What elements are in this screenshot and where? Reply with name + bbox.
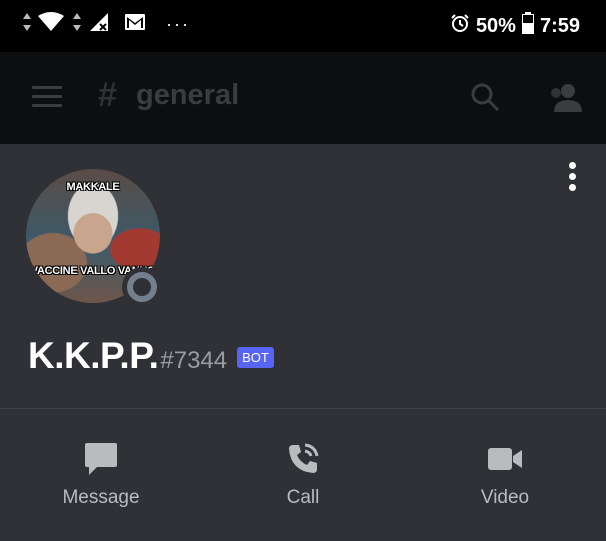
hamburger-menu-icon[interactable] xyxy=(32,86,62,108)
search-icon[interactable] xyxy=(470,82,500,117)
username: K.K.P.P. xyxy=(28,335,159,376)
user-identity: K.K.P.P. #7344 BOT xyxy=(28,335,274,377)
chat-bubble-icon xyxy=(31,437,171,481)
channel-hash-icon: # xyxy=(98,76,117,114)
alarm-icon xyxy=(450,13,470,39)
offline-status-icon xyxy=(122,267,162,307)
call-button[interactable]: Call xyxy=(233,437,373,509)
battery-icon xyxy=(521,12,534,40)
video-camera-icon xyxy=(435,437,575,481)
call-label: Call xyxy=(286,487,320,508)
video-button[interactable]: Video xyxy=(435,437,575,509)
wifi-icon xyxy=(38,12,64,37)
channel-name: general xyxy=(136,79,240,111)
status-icons-right: 50% 7:59 xyxy=(450,12,580,40)
more-notifications-icon: ··· xyxy=(166,14,190,34)
status-bar: ··· 50% 7:59 xyxy=(0,0,606,52)
video-label: Video xyxy=(480,487,530,508)
bot-badge: BOT xyxy=(237,347,274,368)
message-label: Message xyxy=(62,487,140,508)
message-button[interactable]: Message xyxy=(31,437,171,509)
status-icons-left: ··· xyxy=(22,12,190,37)
avatar-caption-top: MAKKALE xyxy=(66,181,120,193)
clock: 7:59 xyxy=(539,14,580,37)
members-icon[interactable] xyxy=(548,82,584,117)
more-options-icon[interactable] xyxy=(566,162,578,194)
phone-icon xyxy=(233,437,373,481)
discriminator: #7344 xyxy=(160,347,228,374)
signal-icon xyxy=(88,12,110,37)
gmail-icon xyxy=(124,13,146,36)
channel-header: # general xyxy=(0,52,606,144)
data-arrows-icon xyxy=(22,12,32,37)
battery-percent: 50% xyxy=(475,14,516,37)
data-arrows-icon xyxy=(72,12,82,37)
profile-actions: Message Call Video xyxy=(0,409,606,541)
